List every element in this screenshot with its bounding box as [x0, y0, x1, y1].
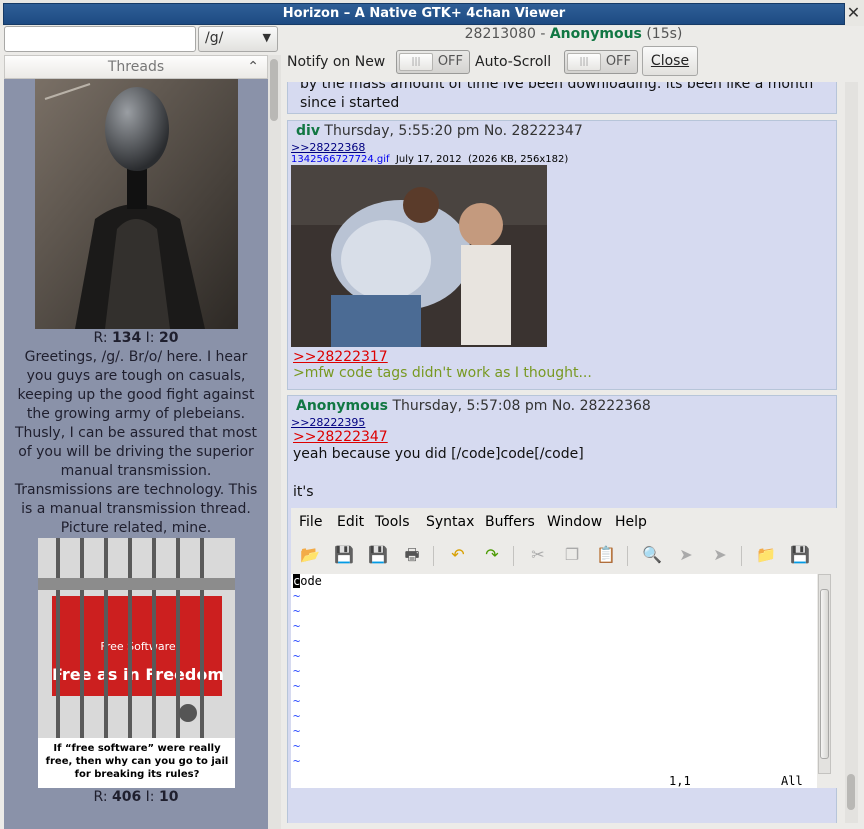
- post-header: div Thursday, 5:55:20 pm No. 28222347: [288, 121, 836, 141]
- notify-state: OFF: [437, 54, 463, 69]
- post: by the mass amount of time ive been down…: [287, 82, 837, 114]
- thread-id: 28213080: [464, 26, 536, 42]
- notify-toggle[interactable]: ||| OFF: [396, 50, 470, 74]
- op-name: Anonymous: [549, 26, 642, 42]
- poster-name: div: [296, 123, 320, 139]
- editor-line: code: [293, 574, 322, 588]
- threads-scrollbar[interactable]: [268, 55, 281, 829]
- post-text: yeah because you did [/code]code[/code]: [293, 446, 584, 462]
- post-number: No. 28222347: [483, 123, 583, 139]
- posts-scrollbar[interactable]: [845, 82, 858, 823]
- menu-window: Window: [547, 514, 603, 530]
- scroll-thumb[interactable]: [847, 774, 855, 810]
- threads-label: Threads: [107, 59, 165, 75]
- post-date: Thursday, 5:57:08 pm: [392, 398, 548, 414]
- backlink[interactable]: >>28222368: [288, 141, 836, 154]
- copy-icon: ❐: [564, 545, 580, 564]
- gvim-scrollbar: [818, 574, 831, 774]
- post: Anonymous Thursday, 5:57:08 pm No. 28222…: [287, 395, 837, 823]
- window-title: Horizon – A Native GTK+ 4chan Viewer: [3, 3, 845, 25]
- post-header: Anonymous Thursday, 5:57:08 pm No. 28222…: [288, 396, 836, 416]
- gvim-toolbar: 📂 💾 💾 🖶 ↶ ↷ ✂ ❐ 📋 🔍 ➤ ➤ 📁 💾: [291, 538, 837, 572]
- find-prev-icon: ➤: [713, 545, 727, 564]
- image-count: 20: [158, 330, 179, 346]
- gear-shift-thumbnail: [34, 79, 238, 329]
- save-session-icon: 💾: [790, 545, 810, 564]
- post-date: Thursday, 5:55:20 pm: [324, 123, 480, 139]
- autoscroll-toggle[interactable]: ||| OFF: [564, 50, 638, 74]
- open-icon: 📂: [300, 545, 320, 564]
- print-icon: 🖶: [404, 545, 420, 564]
- paste-icon: 📋: [596, 545, 616, 564]
- menu-help: Help: [615, 514, 647, 530]
- find-replace-icon: 🔍: [642, 545, 662, 564]
- toggle-knob: |||: [399, 53, 433, 71]
- image-small-text: Free Software: [100, 640, 176, 653]
- save-all-icon: 💾: [368, 545, 388, 564]
- reply-count: 406: [111, 789, 142, 805]
- redo-icon: ↷: [485, 545, 499, 564]
- cursor-position: 1,1: [669, 774, 691, 788]
- undo-icon: ↶: [451, 545, 465, 564]
- threads-column-header[interactable]: Threads ⌃: [4, 55, 268, 79]
- greentext: >mfw code tags didn't work as I thought.…: [293, 365, 592, 381]
- poster-name: Anonymous: [296, 398, 389, 414]
- scroll-thumb: [820, 589, 829, 759]
- menu-tools: Tools: [375, 514, 410, 530]
- sort-up-icon: ⌃: [247, 59, 259, 75]
- thread-stats: R: 134 I: 20: [93, 330, 179, 346]
- thread-item[interactable]: Free Software Free as in Freedom If “fre…: [4, 538, 268, 807]
- load-session-icon: 📁: [756, 545, 776, 564]
- gvim-screenshot: File Edit Tools Syntax Buffers Window He…: [291, 508, 837, 788]
- post: div Thursday, 5:55:20 pm No. 28222347 >>…: [287, 120, 837, 390]
- chevron-down-icon: ▼: [262, 31, 271, 44]
- autoscroll-label: Auto-Scroll: [475, 54, 552, 70]
- menu-file: File: [299, 514, 323, 530]
- gvim-statusline: 1,1 All: [291, 774, 817, 788]
- threads-list[interactable]: R: 134 I: 20 Greetings, /g/. Br/o/ here.…: [4, 79, 268, 829]
- board-select[interactable]: /g/ ▼: [198, 26, 278, 52]
- quote-link[interactable]: >>28222347: [288, 429, 836, 445]
- post-text: by the mass amount of time ive been down…: [300, 82, 814, 92]
- menu-buffers: Buffers: [485, 514, 535, 530]
- file-info: 1342566727724.gif July 17, 2012 (2026 KB…: [291, 154, 569, 165]
- gvim-menubar: File Edit Tools Syntax Buffers Window He…: [291, 508, 837, 536]
- posts-feed[interactable]: by the mass amount of time ive been down…: [287, 82, 841, 823]
- autoscroll-state: OFF: [605, 54, 631, 69]
- notify-label: Notify on New: [287, 54, 386, 70]
- close-thread-button[interactable]: Close: [642, 46, 698, 76]
- backlink[interactable]: >>28222395: [288, 416, 836, 429]
- cut-icon: ✂: [531, 545, 545, 564]
- post-text: it's: [293, 484, 314, 500]
- image-headline: Free as in Freedom: [51, 665, 223, 684]
- gvim-editor: code ~ ~ ~ ~ ~ ~ ~ ~ ~ ~ ~ ~: [291, 574, 817, 774]
- post-number: No. 28222368: [551, 398, 651, 414]
- refresh-age: (15s): [646, 26, 683, 42]
- thread-header: 28213080 - Anonymous (15s): [464, 26, 683, 42]
- image-caption: If “free software” were really free, the…: [45, 743, 228, 780]
- scroll-thumb[interactable]: [270, 59, 278, 121]
- thread-item[interactable]: R: 134 I: 20 Greetings, /g/. Br/o/ here.…: [4, 79, 268, 538]
- post-text: since i started: [300, 95, 400, 111]
- save-icon: 💾: [334, 545, 354, 564]
- post-image[interactable]: [291, 165, 547, 347]
- board-value: /g/: [205, 30, 224, 46]
- menu-edit: Edit: [337, 514, 365, 530]
- title-bar: Horizon – A Native GTK+ 4chan Viewer ✕: [0, 0, 864, 26]
- file-link[interactable]: 1342566727724.gif: [291, 154, 390, 165]
- close-window-icon[interactable]: ✕: [845, 3, 862, 23]
- toggle-knob: |||: [567, 53, 601, 71]
- thread-stats: R: 406 I: 10: [93, 789, 179, 805]
- scroll-position: All: [781, 774, 803, 788]
- search-input[interactable]: [4, 26, 196, 52]
- quote-link[interactable]: >>28222317: [288, 349, 836, 365]
- jail-freedom-thumbnail: Free Software Free as in Freedom If “fre…: [37, 538, 235, 788]
- find-next-icon: ➤: [679, 545, 693, 564]
- thread-text: Greetings, /g/. Br/o/ here. I hear you g…: [14, 349, 258, 536]
- sidebar: /g/ ▼ Threads ⌃ R: 134 I: 20 Greetings, …: [0, 26, 283, 829]
- reply-count: 134: [111, 330, 142, 346]
- image-count: 10: [158, 789, 179, 805]
- menu-syntax: Syntax: [426, 514, 475, 530]
